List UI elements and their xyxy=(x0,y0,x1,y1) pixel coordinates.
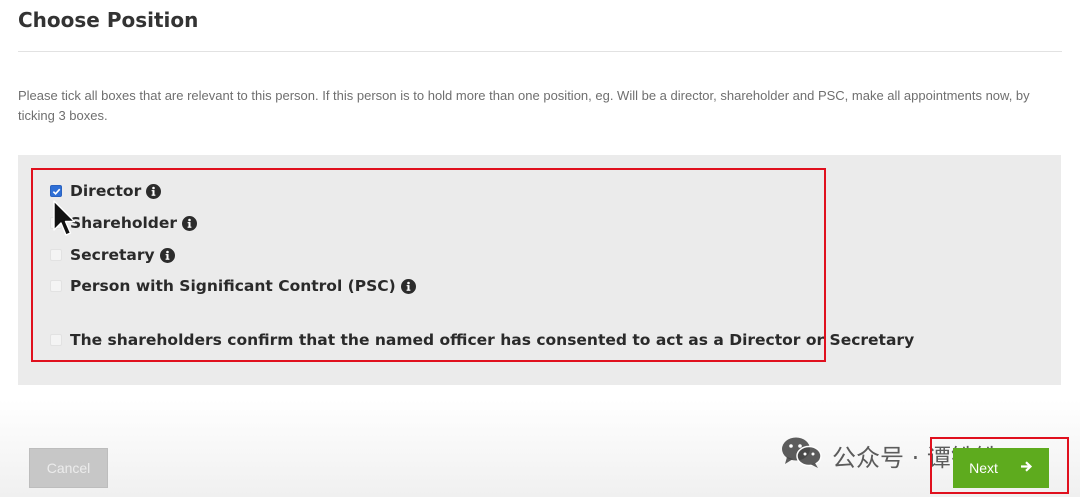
page-title: Choose Position xyxy=(18,8,199,32)
title-divider xyxy=(18,51,1062,52)
options-highlight-box xyxy=(31,168,826,362)
mouse-cursor-icon xyxy=(52,200,76,243)
choose-position-page: Choose Position Please tick all boxes th… xyxy=(0,0,1080,497)
wechat-icon xyxy=(780,435,824,475)
cancel-button[interactable]: Cancel xyxy=(29,448,108,488)
next-highlight-box xyxy=(930,437,1069,494)
instructions-text: Please tick all boxes that are relevant … xyxy=(18,88,1030,123)
